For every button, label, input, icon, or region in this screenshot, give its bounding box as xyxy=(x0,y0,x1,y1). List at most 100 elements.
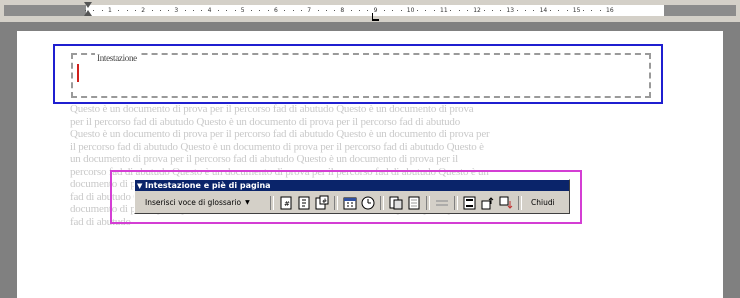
ruler-tick-dot xyxy=(168,10,170,11)
same-as-previous-icon[interactable] xyxy=(434,195,450,211)
insert-time-icon[interactable] xyxy=(360,195,376,211)
ruler-tick-dot xyxy=(118,10,120,11)
ruler-left-margin xyxy=(4,5,86,16)
ruler-tick-dot xyxy=(500,10,502,11)
toolbar-title-bar[interactable]: ▼ Intestazione e piè di pagina xyxy=(135,180,569,191)
ruler-tick-label: 6 xyxy=(274,7,278,14)
ruler-tick-dot xyxy=(85,10,87,11)
toolbar-separator xyxy=(426,195,430,210)
toolbar-separator xyxy=(334,195,338,210)
body-line: il percorso fad di abutudo Questo è un d… xyxy=(70,140,484,153)
ruler-tick-dot xyxy=(483,10,485,11)
chevron-down-icon: ▼ xyxy=(245,199,250,206)
ruler-tick-dot xyxy=(525,10,526,11)
ruler-tick-label: 2 xyxy=(141,7,146,14)
horizontal-ruler[interactable]: 1 2 3 4 5 6 7 8 9 10 11 12 13 14 15 16 xyxy=(0,0,740,23)
svg-text:#: # xyxy=(284,200,290,208)
toolbar-highlight-frame: ▼ Intestazione e piè di pagina Inserisci… xyxy=(110,170,582,224)
ruler-tick-label: 14 xyxy=(539,7,548,14)
ruler-tick-label: 1 xyxy=(108,7,112,14)
toolbar-buttons: Inserisci voce di glossario ▼ # # Chiudi xyxy=(135,193,569,212)
ruler-tick-dot xyxy=(159,10,161,11)
ruler-tick-dot xyxy=(251,10,253,11)
ruler-tick-label: 13 xyxy=(506,7,515,14)
toolbar-menu-arrow-icon[interactable]: ▼ xyxy=(137,181,142,192)
page-setup-icon[interactable] xyxy=(388,195,404,211)
ruler-tick-label: 7 xyxy=(307,7,312,14)
ruler-tick-dot xyxy=(417,10,419,11)
show-previous-icon[interactable] xyxy=(480,195,496,211)
ruler-right-margin xyxy=(664,5,736,16)
ruler-tick-dot xyxy=(317,10,319,11)
ruler-tick-dot xyxy=(533,10,535,11)
ruler-tick-label: 3 xyxy=(174,7,179,14)
ruler-tick-dot xyxy=(516,10,518,11)
ruler-tick-dot xyxy=(126,10,128,11)
insert-page-number-icon[interactable]: # xyxy=(278,195,294,211)
ruler-tick-dot xyxy=(433,10,435,11)
toolbar-separator xyxy=(454,195,458,210)
ruler-tick-dot xyxy=(184,10,186,11)
ruler-tick-dot xyxy=(101,10,103,11)
ruler-tick-dot xyxy=(267,10,269,11)
insert-date-icon[interactable] xyxy=(342,195,358,211)
ruler-tick-dot xyxy=(458,10,460,11)
ruler-tick-dot xyxy=(591,10,593,11)
body-line: un documento di prova per il percorso fa… xyxy=(70,153,458,165)
body-line: per il percorso fad di abutudo Questo è … xyxy=(70,115,461,128)
ruler-tick-dot xyxy=(151,10,153,11)
ruler-tick-label: 16 xyxy=(606,7,614,14)
header-label: Intestazione xyxy=(95,53,139,63)
ruler-tick-dot xyxy=(300,10,302,11)
ruler-tick-label: 4 xyxy=(207,7,212,14)
ruler-tick-dot xyxy=(292,10,294,11)
insert-autotext-label: Inserisci voce di glossario xyxy=(145,198,242,207)
ruler-tick-dot xyxy=(367,10,369,11)
ruler-tick-dot xyxy=(350,10,352,11)
page-gutter xyxy=(0,23,740,31)
ruler-tick-dot xyxy=(226,10,228,11)
ruler-tick-dot xyxy=(325,10,327,11)
header-area[interactable]: Intestazione xyxy=(71,53,651,98)
ruler-tick-label: 11 xyxy=(440,7,448,14)
toolbar-separator xyxy=(380,195,384,210)
ruler-tick-dot xyxy=(201,10,203,11)
first-line-indent-marker[interactable] xyxy=(84,2,92,8)
close-toolbar-button[interactable]: Chiudi xyxy=(527,195,559,211)
text-cursor xyxy=(77,64,79,82)
ruler-tick-dot xyxy=(566,10,568,11)
ruler-tick-dot xyxy=(558,10,560,11)
ruler-tick-label: 8 xyxy=(340,7,345,14)
ruler-tick-dot xyxy=(284,10,286,11)
ruler-tick-dot xyxy=(193,10,194,11)
ruler-tick-dot xyxy=(234,10,236,11)
ruler-tick-dot xyxy=(217,10,219,11)
ruler-tick-dot xyxy=(93,10,95,11)
ruler-tick-dot xyxy=(400,10,402,11)
insert-page-count-icon[interactable] xyxy=(296,195,312,211)
ruler-tick-dot xyxy=(491,10,493,11)
body-line: Questo è un documento di prova per il pe… xyxy=(70,128,490,140)
show-hide-document-text-icon[interactable] xyxy=(406,195,422,211)
ruler-tick-dot xyxy=(134,10,136,11)
ruler-tick-dot xyxy=(450,10,452,11)
center-tab-stop-icon[interactable] xyxy=(372,13,379,21)
ruler-tick-label: 15 xyxy=(572,7,581,14)
insert-autotext-button[interactable]: Inserisci voce di glossario ▼ xyxy=(141,194,267,212)
ruler-tick-label: 5 xyxy=(240,7,245,14)
body-line: Questo è un documento di prova per il pe… xyxy=(70,103,474,115)
toolbar-separator xyxy=(518,195,522,210)
ruler-tick-dot xyxy=(583,10,585,11)
ruler-tick-label: 12 xyxy=(473,7,481,14)
format-page-number-icon[interactable]: # xyxy=(314,195,330,211)
ruler-tick-dot xyxy=(425,10,427,11)
ruler-tick-dot xyxy=(549,10,551,11)
ruler-tick-dot xyxy=(383,10,385,11)
toolbar-title: Intestazione e piè di pagina xyxy=(145,181,271,190)
show-next-icon[interactable] xyxy=(498,195,514,211)
ruler-tick-label: 10 xyxy=(406,7,415,14)
ruler-tick-dot xyxy=(466,10,468,11)
header-footer-toolbar[interactable]: ▼ Intestazione e piè di pagina Inserisci… xyxy=(134,179,570,214)
switch-header-footer-icon[interactable] xyxy=(462,195,478,211)
ruler-tick-dot xyxy=(359,10,360,11)
